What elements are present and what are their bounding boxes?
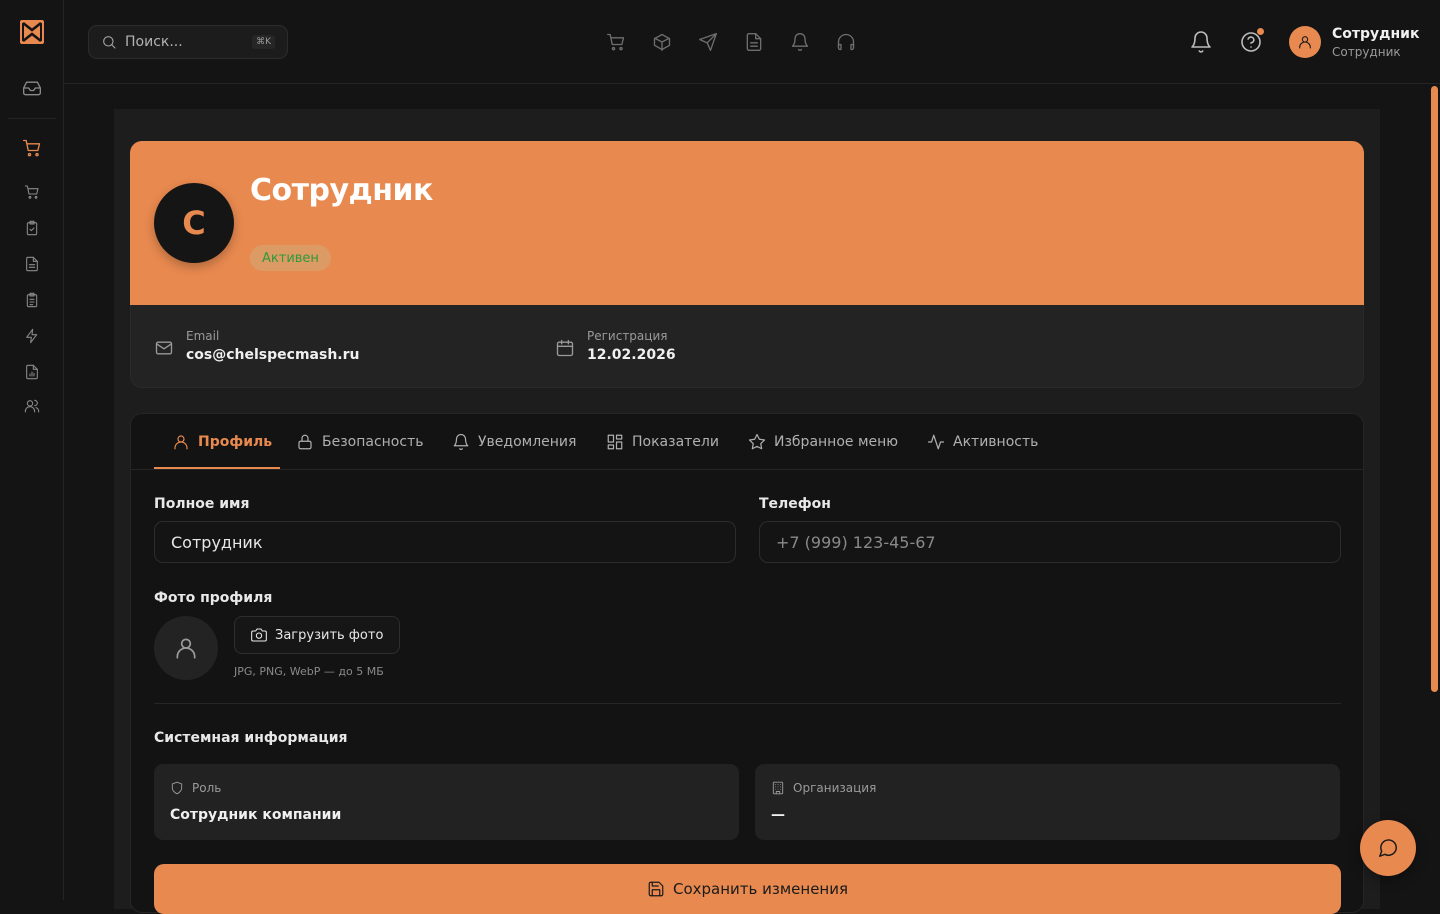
- full-name-label: Полное имя: [154, 496, 250, 512]
- registration-label: Регистрация: [587, 329, 668, 343]
- email-value: cos@chelspecmash.ru: [186, 347, 360, 363]
- system-info-title: Системная информация: [154, 730, 348, 746]
- user-name[interactable]: Сотрудник: [1332, 26, 1419, 42]
- quick-cart-icon[interactable]: [606, 32, 626, 52]
- chat-button[interactable]: [1360, 820, 1416, 876]
- inbox-icon[interactable]: [20, 76, 44, 100]
- clipboard-check-icon[interactable]: [20, 216, 44, 240]
- profile-name: Сотрудник: [250, 173, 433, 208]
- registration-info: Регистрация 12.02.2026: [555, 329, 676, 363]
- role-label-text: Роль: [192, 781, 222, 795]
- email-info: Email cos@chelspecmash.ru: [154, 329, 359, 363]
- organization-label: Организация: [771, 781, 876, 795]
- help-notification-dot: [1257, 28, 1264, 35]
- tab-metrics[interactable]: Показатели: [606, 414, 719, 470]
- profile-form-card: Профиль Безопасность Уведомления Показат…: [130, 413, 1364, 914]
- photo-label: Фото профиля: [154, 590, 273, 606]
- upload-label: Загрузить фото: [275, 627, 384, 643]
- file-text-icon[interactable]: [744, 32, 764, 52]
- user-role: Сотрудник: [1332, 45, 1401, 59]
- quick-bell-icon[interactable]: [790, 32, 810, 52]
- document-icon[interactable]: [20, 252, 44, 276]
- activity-icon: [927, 434, 945, 450]
- bell-icon: [453, 433, 469, 451]
- lightning-icon[interactable]: [20, 324, 44, 348]
- organization-value: —: [771, 807, 785, 823]
- tab-label: Уведомления: [478, 434, 577, 450]
- phone-input[interactable]: [759, 521, 1341, 563]
- status-badge: Активен: [250, 245, 331, 271]
- tab-label: Профиль: [198, 434, 273, 450]
- users-icon[interactable]: [20, 394, 44, 418]
- user-icon: [1299, 36, 1311, 49]
- user-icon: [176, 638, 196, 659]
- tab-label: Избранное меню: [774, 434, 899, 450]
- active-tab-indicator: [154, 467, 280, 469]
- sidebar-item-orders-cart-icon[interactable]: [20, 180, 44, 204]
- star-icon: [748, 433, 766, 450]
- organization-label-text: Организация: [793, 781, 877, 795]
- notifications-bell-icon[interactable]: [1189, 30, 1213, 54]
- search-icon: [103, 36, 116, 49]
- search-input[interactable]: Поиск... ⌘K: [88, 25, 288, 59]
- upload-photo-button[interactable]: Загрузить фото: [234, 616, 401, 654]
- camera-icon: [251, 628, 267, 642]
- shield-icon: [171, 781, 183, 795]
- mail-icon: [155, 341, 173, 355]
- save-label: Сохранить изменения: [672, 880, 849, 898]
- save-button[interactable]: Сохранить изменения: [154, 864, 1341, 914]
- report-icon[interactable]: [20, 360, 44, 384]
- photo-placeholder-avatar: [154, 616, 218, 680]
- calendar-icon: [556, 339, 574, 357]
- profile-avatar: С: [154, 183, 234, 263]
- role-value: Сотрудник компании: [170, 807, 342, 823]
- package-icon[interactable]: [652, 32, 672, 52]
- email-label: Email: [186, 329, 220, 343]
- registration-value: 12.02.2026: [587, 347, 676, 363]
- send-icon[interactable]: [698, 32, 718, 52]
- cart-icon[interactable]: [20, 136, 44, 160]
- tab-label: Показатели: [632, 434, 719, 450]
- chat-bubble-icon: [1379, 839, 1397, 857]
- full-name-input[interactable]: [154, 521, 736, 563]
- profile-tabs: Профиль Безопасность Уведомления Показат…: [131, 414, 1363, 470]
- profile-banner: С Сотрудник Активен: [130, 141, 1364, 305]
- grid-icon: [607, 434, 623, 450]
- user-icon: [174, 435, 188, 450]
- tab-notifications[interactable]: Уведомления: [452, 414, 576, 470]
- tab-activity[interactable]: Активность: [927, 414, 1038, 470]
- scrollbar-thumb[interactable]: [1431, 86, 1438, 692]
- role-card: Роль Сотрудник компании: [154, 764, 739, 840]
- headphones-icon[interactable]: [836, 32, 856, 52]
- lock-icon: [298, 434, 312, 450]
- building-icon: [772, 781, 784, 795]
- save-icon: [648, 881, 664, 897]
- tab-label: Активность: [953, 434, 1039, 450]
- clipboard-list-icon[interactable]: [20, 288, 44, 312]
- role-label: Роль: [170, 781, 221, 795]
- search-placeholder: Поиск...: [125, 34, 183, 50]
- tab-profile[interactable]: Профиль: [172, 414, 272, 470]
- photo-hint: JPG, PNG, WebP — до 5 МБ: [234, 665, 384, 678]
- tab-favorite-menu[interactable]: Избранное меню: [748, 414, 898, 470]
- section-divider: [154, 703, 1341, 704]
- sidebar-divider: [8, 118, 56, 119]
- profile-info-strip: Email cos@chelspecmash.ru Регистрация 12…: [130, 305, 1364, 388]
- tab-security[interactable]: Безопасность: [296, 414, 423, 470]
- top-header: Поиск... ⌘K Сотрудник Сотрудник: [64, 0, 1440, 84]
- user-avatar[interactable]: [1289, 26, 1321, 58]
- search-shortcut-badge: ⌘K: [252, 35, 275, 49]
- organization-card: Организация —: [755, 764, 1340, 840]
- tab-label: Безопасность: [322, 434, 424, 450]
- phone-label: Телефон: [759, 496, 831, 512]
- app-logo[interactable]: [20, 20, 44, 44]
- sidebar: [0, 0, 64, 900]
